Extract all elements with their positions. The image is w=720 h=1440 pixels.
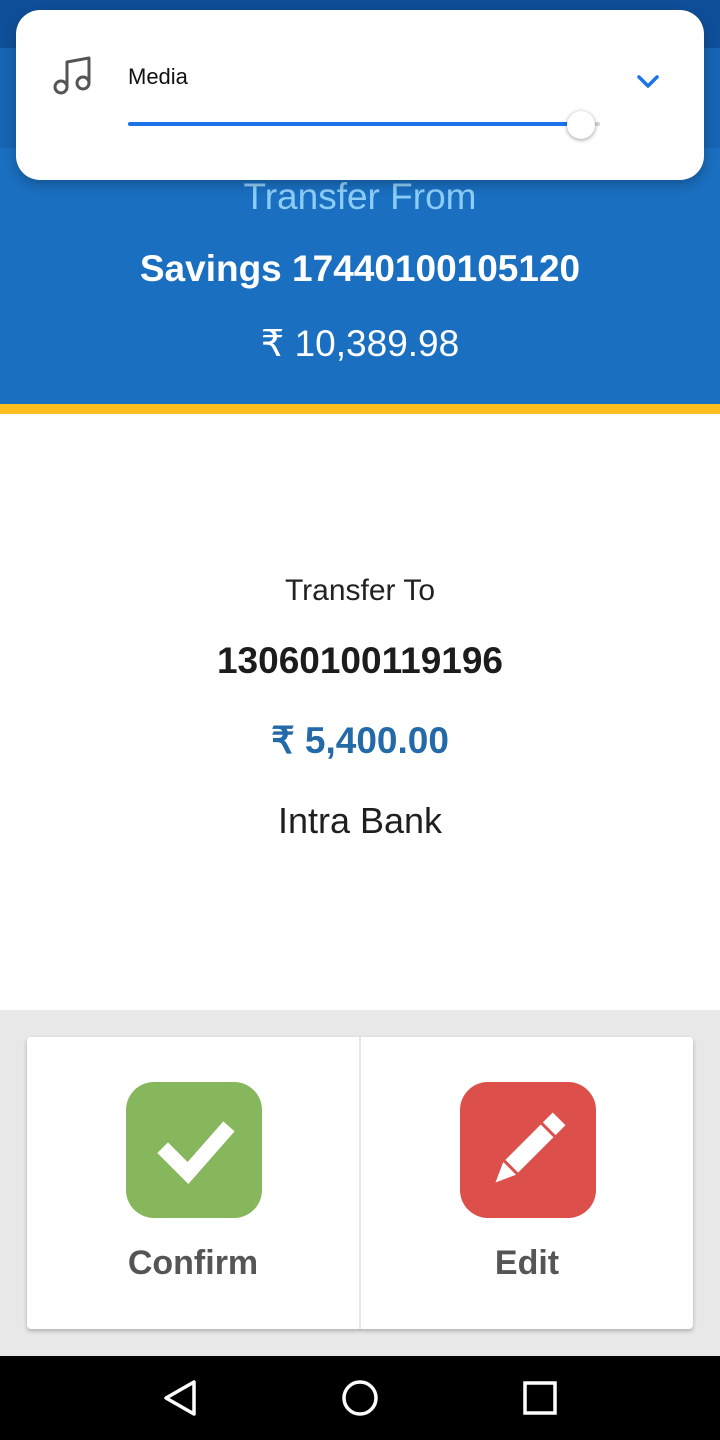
transfer-to-label: Transfer To: [284, 574, 436, 607]
confirm-label: Confirm: [127, 1244, 259, 1282]
accent-divider: [0, 404, 720, 414]
back-triangle-icon: [164, 1380, 196, 1416]
confirm-button[interactable]: Confirm: [27, 1037, 359, 1329]
music-note-icon: [53, 56, 91, 95]
edit-tile: [460, 1082, 596, 1218]
transfer-type: Intra Bank: [277, 800, 443, 841]
transfer-from-label: Transfer From: [243, 176, 477, 217]
recents-square-icon: [523, 1381, 557, 1415]
edit-button[interactable]: Edit: [361, 1037, 693, 1329]
check-icon: [157, 1121, 235, 1184]
confirm-tile: [126, 1082, 262, 1218]
nav-home-button[interactable]: [336, 1374, 384, 1422]
nav-back-button[interactable]: [156, 1374, 204, 1422]
home-circle-icon: [342, 1380, 378, 1416]
slider-thumb[interactable]: [567, 111, 596, 139]
transfer-to-account: 13060100119196: [216, 640, 504, 681]
transfer-from-account: Savings 17440100105120: [139, 248, 581, 289]
slider-fill: [128, 122, 582, 126]
media-volume-slider[interactable]: [128, 110, 600, 139]
chevron-down-icon[interactable]: [628, 62, 668, 102]
transfer-from-balance: ₹ 10,389.98: [260, 323, 460, 364]
pencil-icon: [495, 1112, 566, 1183]
media-label: Media: [128, 64, 188, 89]
transfer-amount: ₹ 5,400.00: [271, 720, 449, 761]
nav-recents-button[interactable]: [516, 1374, 564, 1422]
volume-panel: Media: [16, 10, 704, 180]
edit-label: Edit: [494, 1244, 560, 1282]
